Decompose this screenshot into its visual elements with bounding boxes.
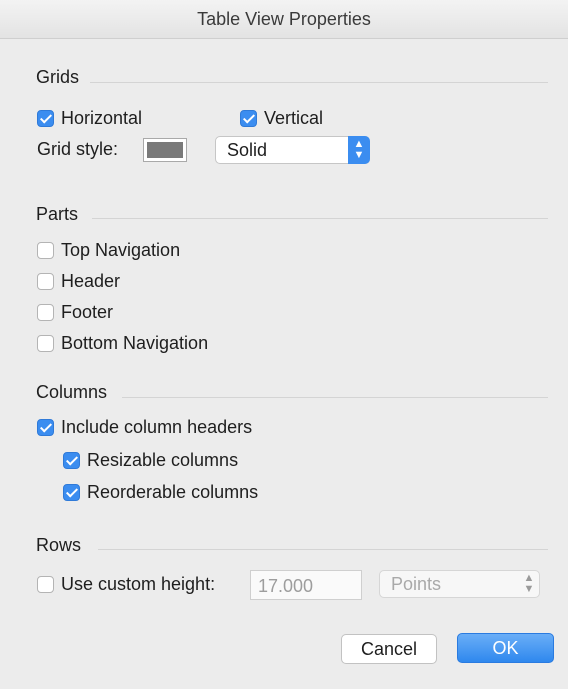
- grid-color-swatch[interactable]: [143, 138, 187, 162]
- top-navigation-check-icon[interactable]: [37, 241, 54, 259]
- resizable-columns-checkbox[interactable]: Resizable columns: [63, 448, 238, 472]
- parts-divider: [92, 218, 548, 219]
- use-custom-height-label: Use custom height:: [61, 573, 216, 594]
- header-label: Header: [61, 270, 121, 291]
- grids-divider: [90, 82, 548, 83]
- footer-check-icon[interactable]: [37, 303, 54, 321]
- top-navigation-label: Top Navigation: [61, 239, 181, 260]
- parts-section-title: Parts: [36, 204, 79, 224]
- height-unit-value: Points: [391, 573, 442, 594]
- vertical-check-icon[interactable]: [240, 109, 257, 127]
- grid-style-label: Grid style:: [37, 139, 119, 159]
- include-column-headers-checkbox[interactable]: Include column headers: [37, 415, 252, 439]
- footer-label: Footer: [61, 301, 114, 322]
- columns-divider: [122, 397, 548, 398]
- window-title: Table View Properties: [0, 0, 568, 39]
- header-check-icon[interactable]: [37, 272, 54, 290]
- horizontal-label: Horizontal: [61, 107, 143, 128]
- bottom-navigation-check-icon[interactable]: [37, 334, 54, 352]
- rows-divider: [98, 549, 548, 550]
- grid-color-fill: [147, 142, 183, 158]
- include-column-headers-check-icon[interactable]: [37, 418, 54, 436]
- popup-arrows-icon: ▲ ▼: [348, 136, 370, 164]
- vertical-checkbox[interactable]: Vertical: [240, 106, 323, 130]
- include-column-headers-label: Include column headers: [61, 416, 253, 437]
- rows-section-title: Rows: [36, 535, 82, 555]
- custom-height-field[interactable]: 17.000: [250, 570, 362, 600]
- height-unit-popup[interactable]: Points ▲ ▼: [379, 570, 540, 598]
- grid-style-value: Solid: [227, 139, 268, 160]
- ok-button[interactable]: OK: [457, 633, 554, 663]
- bottom-navigation-checkbox[interactable]: Bottom Navigation: [37, 331, 208, 355]
- use-custom-height-checkbox[interactable]: Use custom height:: [37, 572, 215, 596]
- header-checkbox[interactable]: Header: [37, 269, 120, 293]
- table-view-properties-dialog: Table View Properties Grids Horizontal V…: [0, 0, 568, 689]
- horizontal-check-icon[interactable]: [37, 109, 54, 127]
- resizable-columns-check-icon[interactable]: [63, 451, 80, 469]
- footer-checkbox[interactable]: Footer: [37, 300, 113, 324]
- grids-section-title: Grids: [36, 67, 80, 87]
- reorderable-columns-check-icon[interactable]: [63, 483, 80, 501]
- vertical-label: Vertical: [264, 107, 324, 128]
- popup-arrows-icon: ▲ ▼: [523, 572, 535, 595]
- use-custom-height-check-icon[interactable]: [37, 575, 54, 593]
- cancel-button[interactable]: Cancel: [341, 634, 437, 664]
- reorderable-columns-label: Reorderable columns: [87, 481, 259, 502]
- top-navigation-checkbox[interactable]: Top Navigation: [37, 238, 180, 262]
- columns-section-title: Columns: [36, 382, 108, 402]
- resizable-columns-label: Resizable columns: [87, 449, 239, 470]
- reorderable-columns-checkbox[interactable]: Reorderable columns: [63, 480, 258, 504]
- horizontal-checkbox[interactable]: Horizontal: [37, 106, 142, 130]
- grid-style-popup[interactable]: Solid ▲ ▼: [215, 136, 370, 164]
- bottom-navigation-label: Bottom Navigation: [61, 332, 209, 353]
